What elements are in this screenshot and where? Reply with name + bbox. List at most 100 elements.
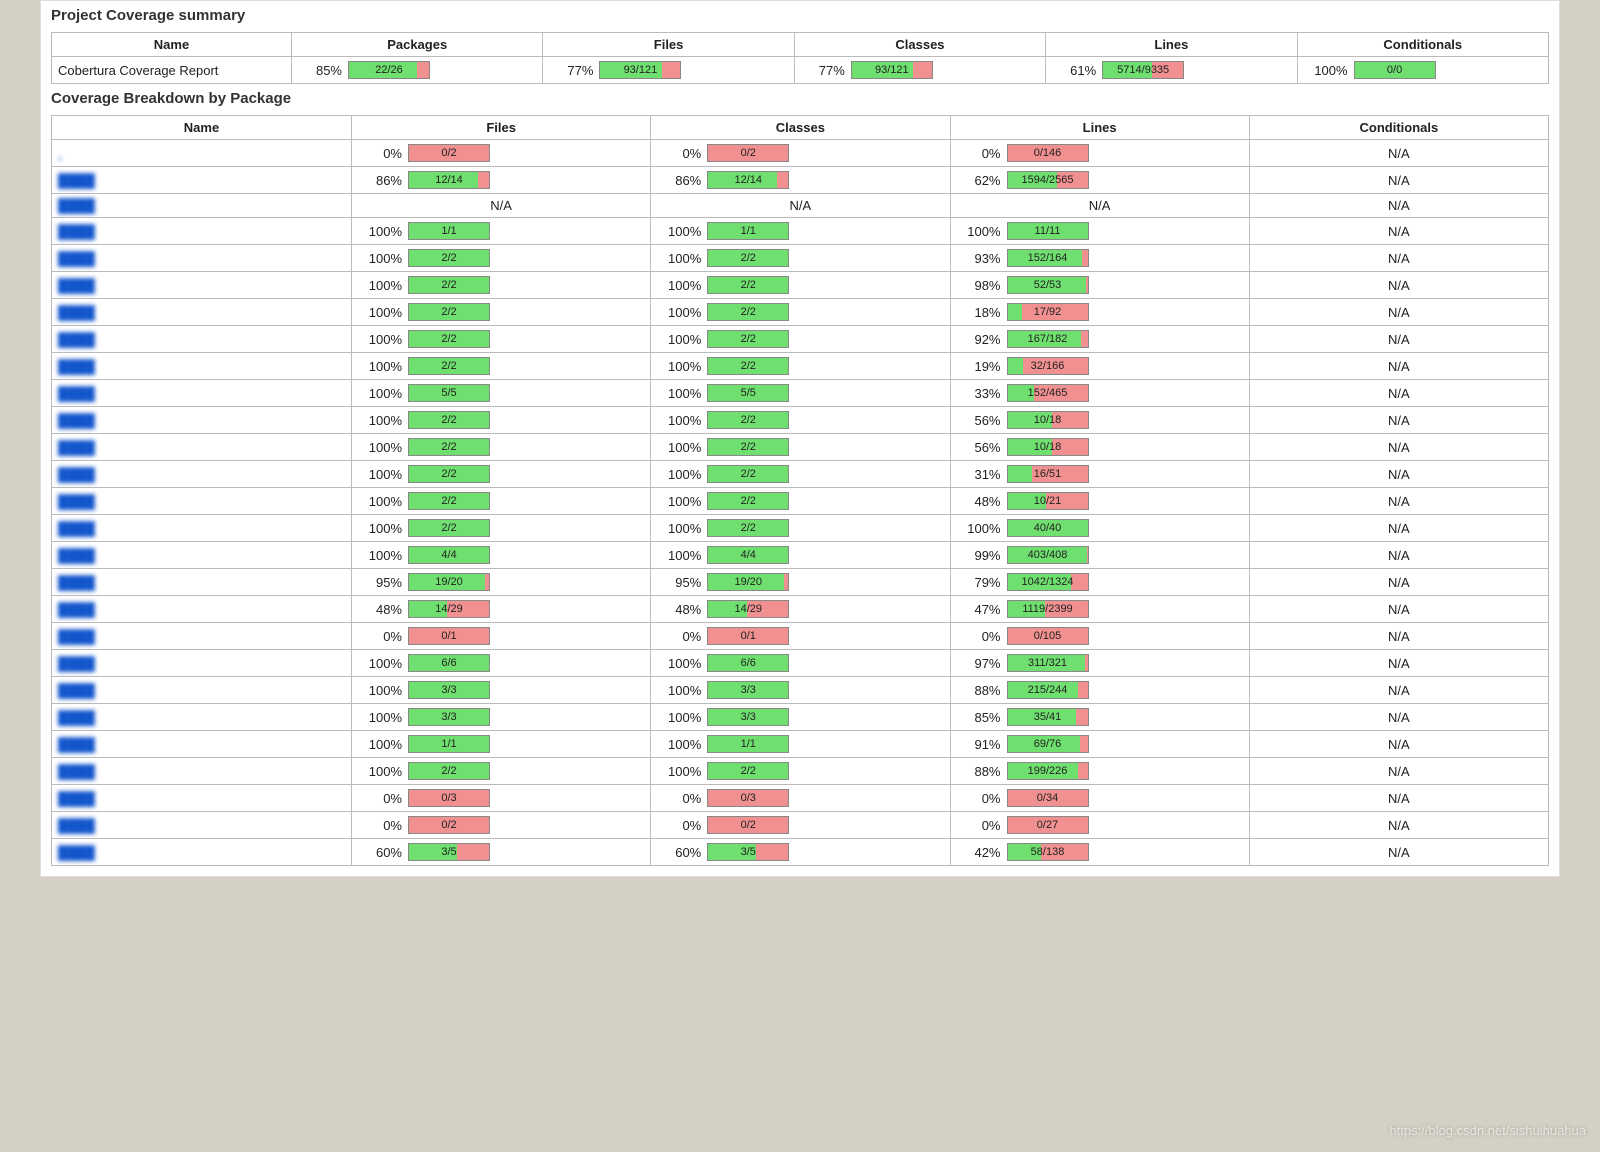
files-cell: 100%2/2 bbox=[352, 434, 651, 461]
files-cell: 100%2/2 bbox=[352, 407, 651, 434]
package-link[interactable]: ████ bbox=[58, 224, 95, 239]
classes-cell: 0%0/2 bbox=[651, 140, 950, 167]
coverage-bar: 2/2 bbox=[408, 762, 490, 780]
lines-cell: N/A bbox=[950, 194, 1249, 218]
package-name-cell[interactable]: ████ bbox=[52, 434, 352, 461]
coverage-bar: 4/4 bbox=[408, 546, 490, 564]
package-name-cell[interactable]: ████ bbox=[52, 461, 352, 488]
package-name-cell[interactable]: ████ bbox=[52, 407, 352, 434]
package-link[interactable]: ████ bbox=[58, 575, 95, 590]
coverage-bar: 0/2 bbox=[707, 144, 789, 162]
package-link[interactable]: ████ bbox=[58, 791, 95, 806]
package-link[interactable]: ████ bbox=[58, 332, 95, 347]
coverage-bar: 1/1 bbox=[707, 222, 789, 240]
coverage-bar: 40/40 bbox=[1007, 519, 1089, 537]
package-name-cell[interactable]: ████ bbox=[52, 650, 352, 677]
conditionals-cell: N/A bbox=[1249, 272, 1548, 299]
package-link[interactable]: ████ bbox=[58, 251, 95, 266]
table-row: ████100%2/2100%2/2100%40/40N/A bbox=[52, 515, 1549, 542]
package-link[interactable]: ████ bbox=[58, 386, 95, 401]
package-name-cell[interactable]: ████ bbox=[52, 218, 352, 245]
package-link[interactable]: ████ bbox=[58, 467, 95, 482]
breakdown-table: NameFilesClassesLinesConditionals .0%0/2… bbox=[51, 115, 1549, 866]
package-name-cell[interactable]: ████ bbox=[52, 272, 352, 299]
breakdown-header: Files bbox=[352, 116, 651, 140]
table-row: ████60%3/560%3/542%58/138N/A bbox=[52, 839, 1549, 866]
classes-cell: 100%2/2 bbox=[651, 461, 950, 488]
package-name-cell[interactable]: ████ bbox=[52, 380, 352, 407]
coverage-bar: 2/2 bbox=[408, 438, 490, 456]
lines-cell: 42%58/138 bbox=[950, 839, 1249, 866]
package-link[interactable]: ████ bbox=[58, 656, 95, 671]
table-row: ████100%1/1100%1/1100%11/11N/A bbox=[52, 218, 1549, 245]
package-link[interactable]: ████ bbox=[58, 278, 95, 293]
package-name-cell[interactable]: ████ bbox=[52, 758, 352, 785]
coverage-bar: 2/2 bbox=[408, 411, 490, 429]
package-link[interactable]: ████ bbox=[58, 494, 95, 509]
coverage-bar: 19/20 bbox=[408, 573, 490, 591]
conditionals-cell: N/A bbox=[1249, 299, 1548, 326]
package-link[interactable]: ████ bbox=[58, 198, 95, 213]
package-name-cell[interactable]: ████ bbox=[52, 326, 352, 353]
coverage-bar: 0/1 bbox=[707, 627, 789, 645]
table-row: ████100%1/1100%1/191%69/76N/A bbox=[52, 731, 1549, 758]
package-name-cell[interactable]: ████ bbox=[52, 623, 352, 650]
lines-cell: 93%152/164 bbox=[950, 245, 1249, 272]
coverage-bar: 69/76 bbox=[1007, 735, 1089, 753]
summary-metric-cell: 77%93/121 bbox=[794, 57, 1045, 84]
package-name-cell[interactable]: ████ bbox=[52, 704, 352, 731]
package-name-cell[interactable]: ████ bbox=[52, 677, 352, 704]
package-link[interactable]: ████ bbox=[58, 818, 95, 833]
coverage-bar: 2/2 bbox=[408, 276, 490, 294]
package-link[interactable]: ████ bbox=[58, 359, 95, 374]
conditionals-cell: N/A bbox=[1249, 596, 1548, 623]
table-row: ████100%2/2100%2/288%199/226N/A bbox=[52, 758, 1549, 785]
summary-header: Files bbox=[543, 33, 794, 57]
package-name-cell[interactable]: ████ bbox=[52, 731, 352, 758]
conditionals-cell: N/A bbox=[1249, 704, 1548, 731]
package-name-cell[interactable]: . bbox=[52, 140, 352, 167]
package-name-cell[interactable]: ████ bbox=[52, 488, 352, 515]
package-name-cell[interactable]: ████ bbox=[52, 596, 352, 623]
package-name-cell[interactable]: ████ bbox=[52, 245, 352, 272]
package-link[interactable]: ████ bbox=[58, 629, 95, 644]
package-link[interactable]: ████ bbox=[58, 305, 95, 320]
package-name-cell[interactable]: ████ bbox=[52, 569, 352, 596]
table-row: ████100%2/2100%2/218%17/92N/A bbox=[52, 299, 1549, 326]
package-name-cell[interactable]: ████ bbox=[52, 194, 352, 218]
conditionals-cell: N/A bbox=[1249, 650, 1548, 677]
table-row: ████86%12/1486%12/1462%1594/2565N/A bbox=[52, 167, 1549, 194]
coverage-bar: 0/34 bbox=[1007, 789, 1089, 807]
package-link[interactable]: ████ bbox=[58, 764, 95, 779]
package-link[interactable]: ████ bbox=[58, 440, 95, 455]
lines-cell: 56%10/18 bbox=[950, 434, 1249, 461]
conditionals-cell: N/A bbox=[1249, 407, 1548, 434]
package-link[interactable]: ████ bbox=[58, 548, 95, 563]
package-name-cell[interactable]: ████ bbox=[52, 515, 352, 542]
package-name-cell[interactable]: ████ bbox=[52, 839, 352, 866]
package-link[interactable]: ████ bbox=[58, 683, 95, 698]
package-link[interactable]: ████ bbox=[58, 737, 95, 752]
package-link[interactable]: ████ bbox=[58, 173, 95, 188]
package-link[interactable]: ████ bbox=[58, 845, 95, 860]
coverage-panel: Project Coverage summary NamePackagesFil… bbox=[40, 0, 1560, 877]
package-link[interactable]: ████ bbox=[58, 521, 95, 536]
classes-cell: 100%2/2 bbox=[651, 434, 950, 461]
package-name-cell[interactable]: ████ bbox=[52, 785, 352, 812]
package-name-cell[interactable]: ████ bbox=[52, 299, 352, 326]
classes-cell: 100%2/2 bbox=[651, 326, 950, 353]
package-link[interactable]: . bbox=[58, 146, 62, 161]
files-cell: 100%3/3 bbox=[352, 704, 651, 731]
lines-cell: 92%167/182 bbox=[950, 326, 1249, 353]
package-name-cell[interactable]: ████ bbox=[52, 353, 352, 380]
coverage-bar: 6/6 bbox=[408, 654, 490, 672]
package-name-cell[interactable]: ████ bbox=[52, 542, 352, 569]
package-link[interactable]: ████ bbox=[58, 710, 95, 725]
conditionals-cell: N/A bbox=[1249, 758, 1548, 785]
package-link[interactable]: ████ bbox=[58, 602, 95, 617]
coverage-bar: 2/2 bbox=[408, 249, 490, 267]
table-row: ████100%3/3100%3/385%35/41N/A bbox=[52, 704, 1549, 731]
package-name-cell[interactable]: ████ bbox=[52, 812, 352, 839]
package-link[interactable]: ████ bbox=[58, 413, 95, 428]
package-name-cell[interactable]: ████ bbox=[52, 167, 352, 194]
